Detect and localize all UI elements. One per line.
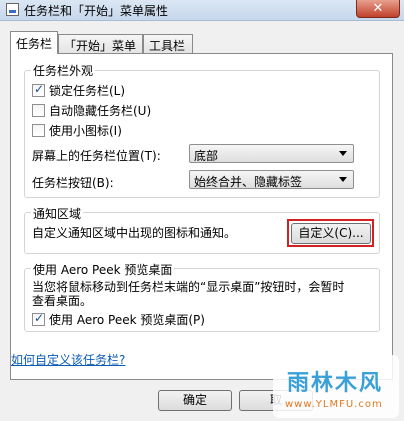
- notification-description: 自定义通知区域中出现的图标和通知。: [32, 226, 237, 240]
- taskbar-buttons-label: 任务栏按钮(B):: [32, 176, 114, 190]
- close-button[interactable]: ✕: [356, 0, 400, 18]
- chevron-down-icon: [339, 177, 347, 182]
- aero-peek-group-title: 使用 Aero Peek 预览桌面: [31, 261, 175, 278]
- auto-hide-checkbox[interactable]: 自动隐藏任务栏(U): [32, 102, 151, 118]
- help-link[interactable]: 如何自定义该任务栏?: [11, 351, 125, 368]
- taskbar-window-icon: [6, 3, 19, 16]
- taskbar-location-label: 屏幕上的任务栏位置(T):: [32, 149, 161, 163]
- aero-peek-check[interactable]: [32, 311, 45, 326]
- tab-start-menu[interactable]: 「开始」菜单: [58, 34, 143, 53]
- appearance-group-title: 任务栏外观: [31, 62, 96, 79]
- chevron-down-icon: [339, 151, 347, 156]
- window-title: 任务栏和「开始」菜单属性: [24, 4, 169, 18]
- site-watermark: 雨林木风 www.YLMFU.com: [273, 355, 399, 418]
- lock-taskbar-checkbox[interactable]: 锁定任务栏(L): [32, 82, 125, 98]
- taskbar-location-select[interactable]: 底部: [189, 144, 354, 163]
- watermark-logo-text: 雨林木风: [287, 371, 384, 396]
- title-bar: 任务栏和「开始」菜单属性 ✕: [0, 0, 404, 21]
- tab-taskbar[interactable]: 任务栏: [10, 31, 58, 54]
- notification-group-title: 通知区域: [31, 205, 84, 222]
- lock-taskbar-label: 锁定任务栏(L): [49, 84, 126, 98]
- aero-peek-description-2: 查看桌面。: [32, 294, 93, 308]
- small-icons-label: 使用小图标(I): [49, 124, 122, 138]
- ok-button[interactable]: 确定: [158, 390, 232, 411]
- tab-toolbars[interactable]: 工具栏: [143, 34, 193, 53]
- lock-taskbar-check[interactable]: [32, 82, 45, 97]
- aero-peek-checkbox[interactable]: 使用 Aero Peek 预览桌面(P): [32, 311, 205, 327]
- auto-hide-label: 自动隐藏任务栏(U): [49, 104, 152, 118]
- small-icons-checkbox[interactable]: 使用小图标(I): [32, 122, 122, 138]
- watermark-url: www.YLMFU.com: [285, 399, 383, 410]
- tab-panel: 任务栏外观 锁定任务栏(L) 自动隐藏任务栏(U) 使用小图标(I) 屏幕上的任…: [10, 53, 393, 380]
- taskbar-location-value: 底部: [194, 149, 219, 163]
- small-icons-check[interactable]: [32, 124, 45, 137]
- taskbar-buttons-value: 始终合并、隐藏标签: [194, 175, 303, 189]
- aero-peek-label: 使用 Aero Peek 预览桌面(P): [49, 313, 205, 327]
- customize-button[interactable]: 自定义(C)...: [291, 223, 371, 244]
- taskbar-buttons-select[interactable]: 始终合并、隐藏标签: [189, 170, 354, 189]
- auto-hide-check[interactable]: [32, 104, 45, 117]
